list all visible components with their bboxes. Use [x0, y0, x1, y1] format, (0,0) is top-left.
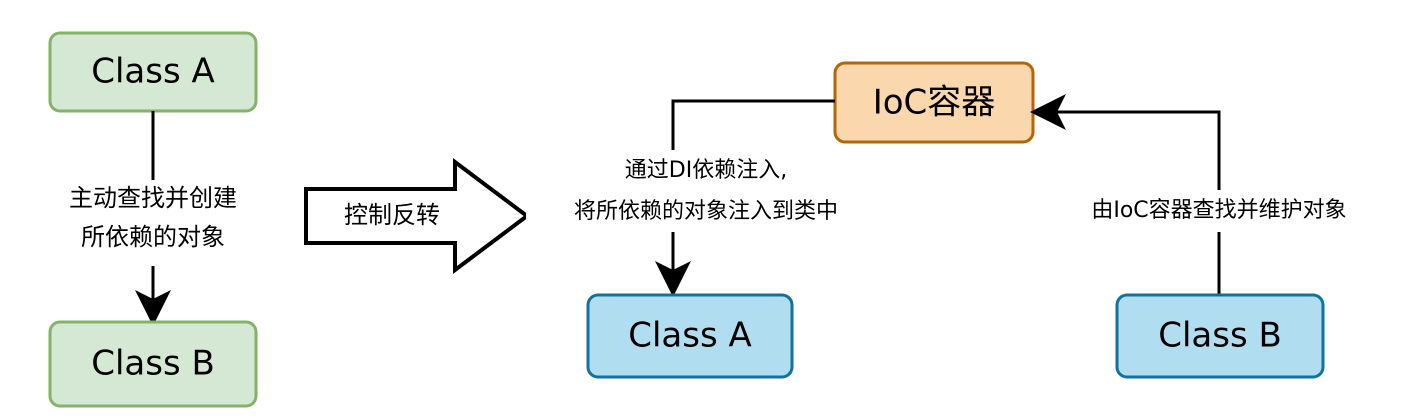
- left-class-a-label: Class A: [91, 52, 215, 92]
- maintain-label: 由IoC容器查找并维护对象: [1091, 198, 1346, 223]
- left-class-b-label: Class B: [91, 344, 215, 384]
- ioc-container-label: IoC容器: [873, 83, 996, 123]
- left-flow: Class A 主动查找并创建 所依赖的对象 Class B: [34, 31, 274, 408]
- ioc-diagram: Class A 主动查找并创建 所依赖的对象 Class B 控制反转 IoC容…: [34, 31, 1390, 408]
- left-edge-label-line2: 所依赖的对象: [81, 223, 225, 251]
- right-flow: IoC容器 通过DI依赖注入, 将所依赖的对象注入到类中 由IoC容器查找并维护…: [526, 61, 1390, 379]
- control-inversion-arrow: 控制反转: [304, 158, 531, 274]
- control-inversion-label: 控制反转: [344, 201, 440, 229]
- right-class-a-label: Class A: [628, 316, 752, 356]
- right-class-b-label: Class B: [1158, 316, 1282, 356]
- inject-label-line1: 通过DI依赖注入,: [625, 158, 787, 183]
- inject-label-line2: 将所依赖的对象注入到类中: [574, 199, 838, 224]
- left-edge-label-line1: 主动查找并创建: [69, 184, 237, 212]
